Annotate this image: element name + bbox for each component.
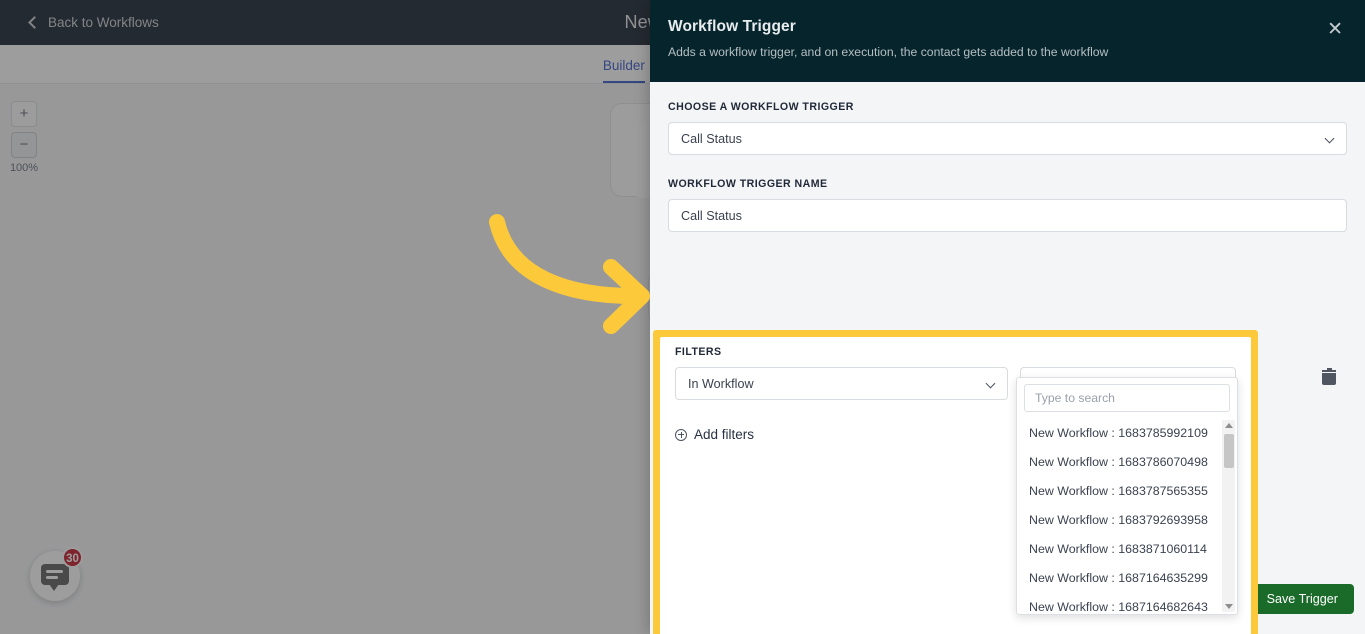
trigger-name-label: WORKFLOW TRIGGER NAME: [668, 178, 828, 190]
dropdown-search-input[interactable]: Type to search: [1024, 384, 1230, 412]
scrollbar-thumb[interactable]: [1223, 434, 1234, 468]
workflow-select-dropdown: Type to search New Workflow : 1683785992…: [1016, 377, 1238, 615]
panel-body: CHOOSE A WORKFLOW TRIGGER Call Status WO…: [650, 82, 1365, 634]
dropdown-scrollbar[interactable]: [1222, 420, 1235, 612]
chevron-down-icon: [1324, 133, 1335, 144]
plus-circle-icon: [675, 428, 687, 441]
choose-trigger-select[interactable]: Call Status: [668, 122, 1347, 155]
save-trigger-button[interactable]: Save Trigger: [1250, 584, 1354, 614]
panel-title: Workflow Trigger: [668, 18, 796, 35]
dropdown-option[interactable]: New Workflow : 1683786070498: [1017, 447, 1221, 476]
chevron-down-icon: [986, 378, 996, 389]
app-root: Back to Workflows New Workflow Builder S…: [0, 0, 1365, 634]
filter-condition-value: In Workflow: [688, 376, 754, 391]
panel-subtitle: Adds a workflow trigger, and on executio…: [668, 45, 1109, 59]
dropdown-search-placeholder: Type to search: [1035, 391, 1115, 405]
trash-icon[interactable]: [1322, 367, 1336, 385]
filters-label: FILTERS: [675, 346, 722, 358]
filters-card: FILTERS In Workflow Select: [660, 337, 1251, 634]
dropdown-option[interactable]: New Workflow : 1683792693958: [1017, 505, 1221, 534]
filters-highlight-box: FILTERS In Workflow Select: [653, 330, 1258, 634]
choose-trigger-value: Call Status: [681, 131, 742, 146]
dropdown-option-list[interactable]: New Workflow : 1683785992109 New Workflo…: [1017, 418, 1237, 614]
dropdown-option[interactable]: New Workflow : 1683785992109: [1017, 418, 1221, 447]
choose-trigger-label: CHOOSE A WORKFLOW TRIGGER: [668, 101, 854, 113]
scroll-up-arrow-icon[interactable]: [1224, 423, 1233, 428]
panel-header: Workflow Trigger Adds a workflow trigger…: [650, 0, 1365, 82]
filter-condition-select[interactable]: In Workflow: [675, 367, 1009, 400]
scroll-down-arrow-icon[interactable]: [1224, 604, 1233, 609]
add-filters-label: Add filters: [694, 427, 755, 442]
dropdown-option[interactable]: New Workflow : 1683871060114: [1017, 534, 1221, 563]
workflow-trigger-panel: Workflow Trigger Adds a workflow trigger…: [650, 0, 1365, 634]
dropdown-option[interactable]: New Workflow : 1687164635299: [1017, 563, 1221, 592]
trash-body: [1322, 373, 1336, 385]
trigger-name-value: Call Status: [681, 208, 742, 223]
dropdown-option[interactable]: New Workflow : 1687164682643: [1017, 592, 1221, 614]
dropdown-option[interactable]: New Workflow : 1683787565355: [1017, 476, 1221, 505]
close-icon[interactable]: ✕: [1327, 20, 1343, 39]
trigger-name-input[interactable]: Call Status: [668, 199, 1347, 232]
